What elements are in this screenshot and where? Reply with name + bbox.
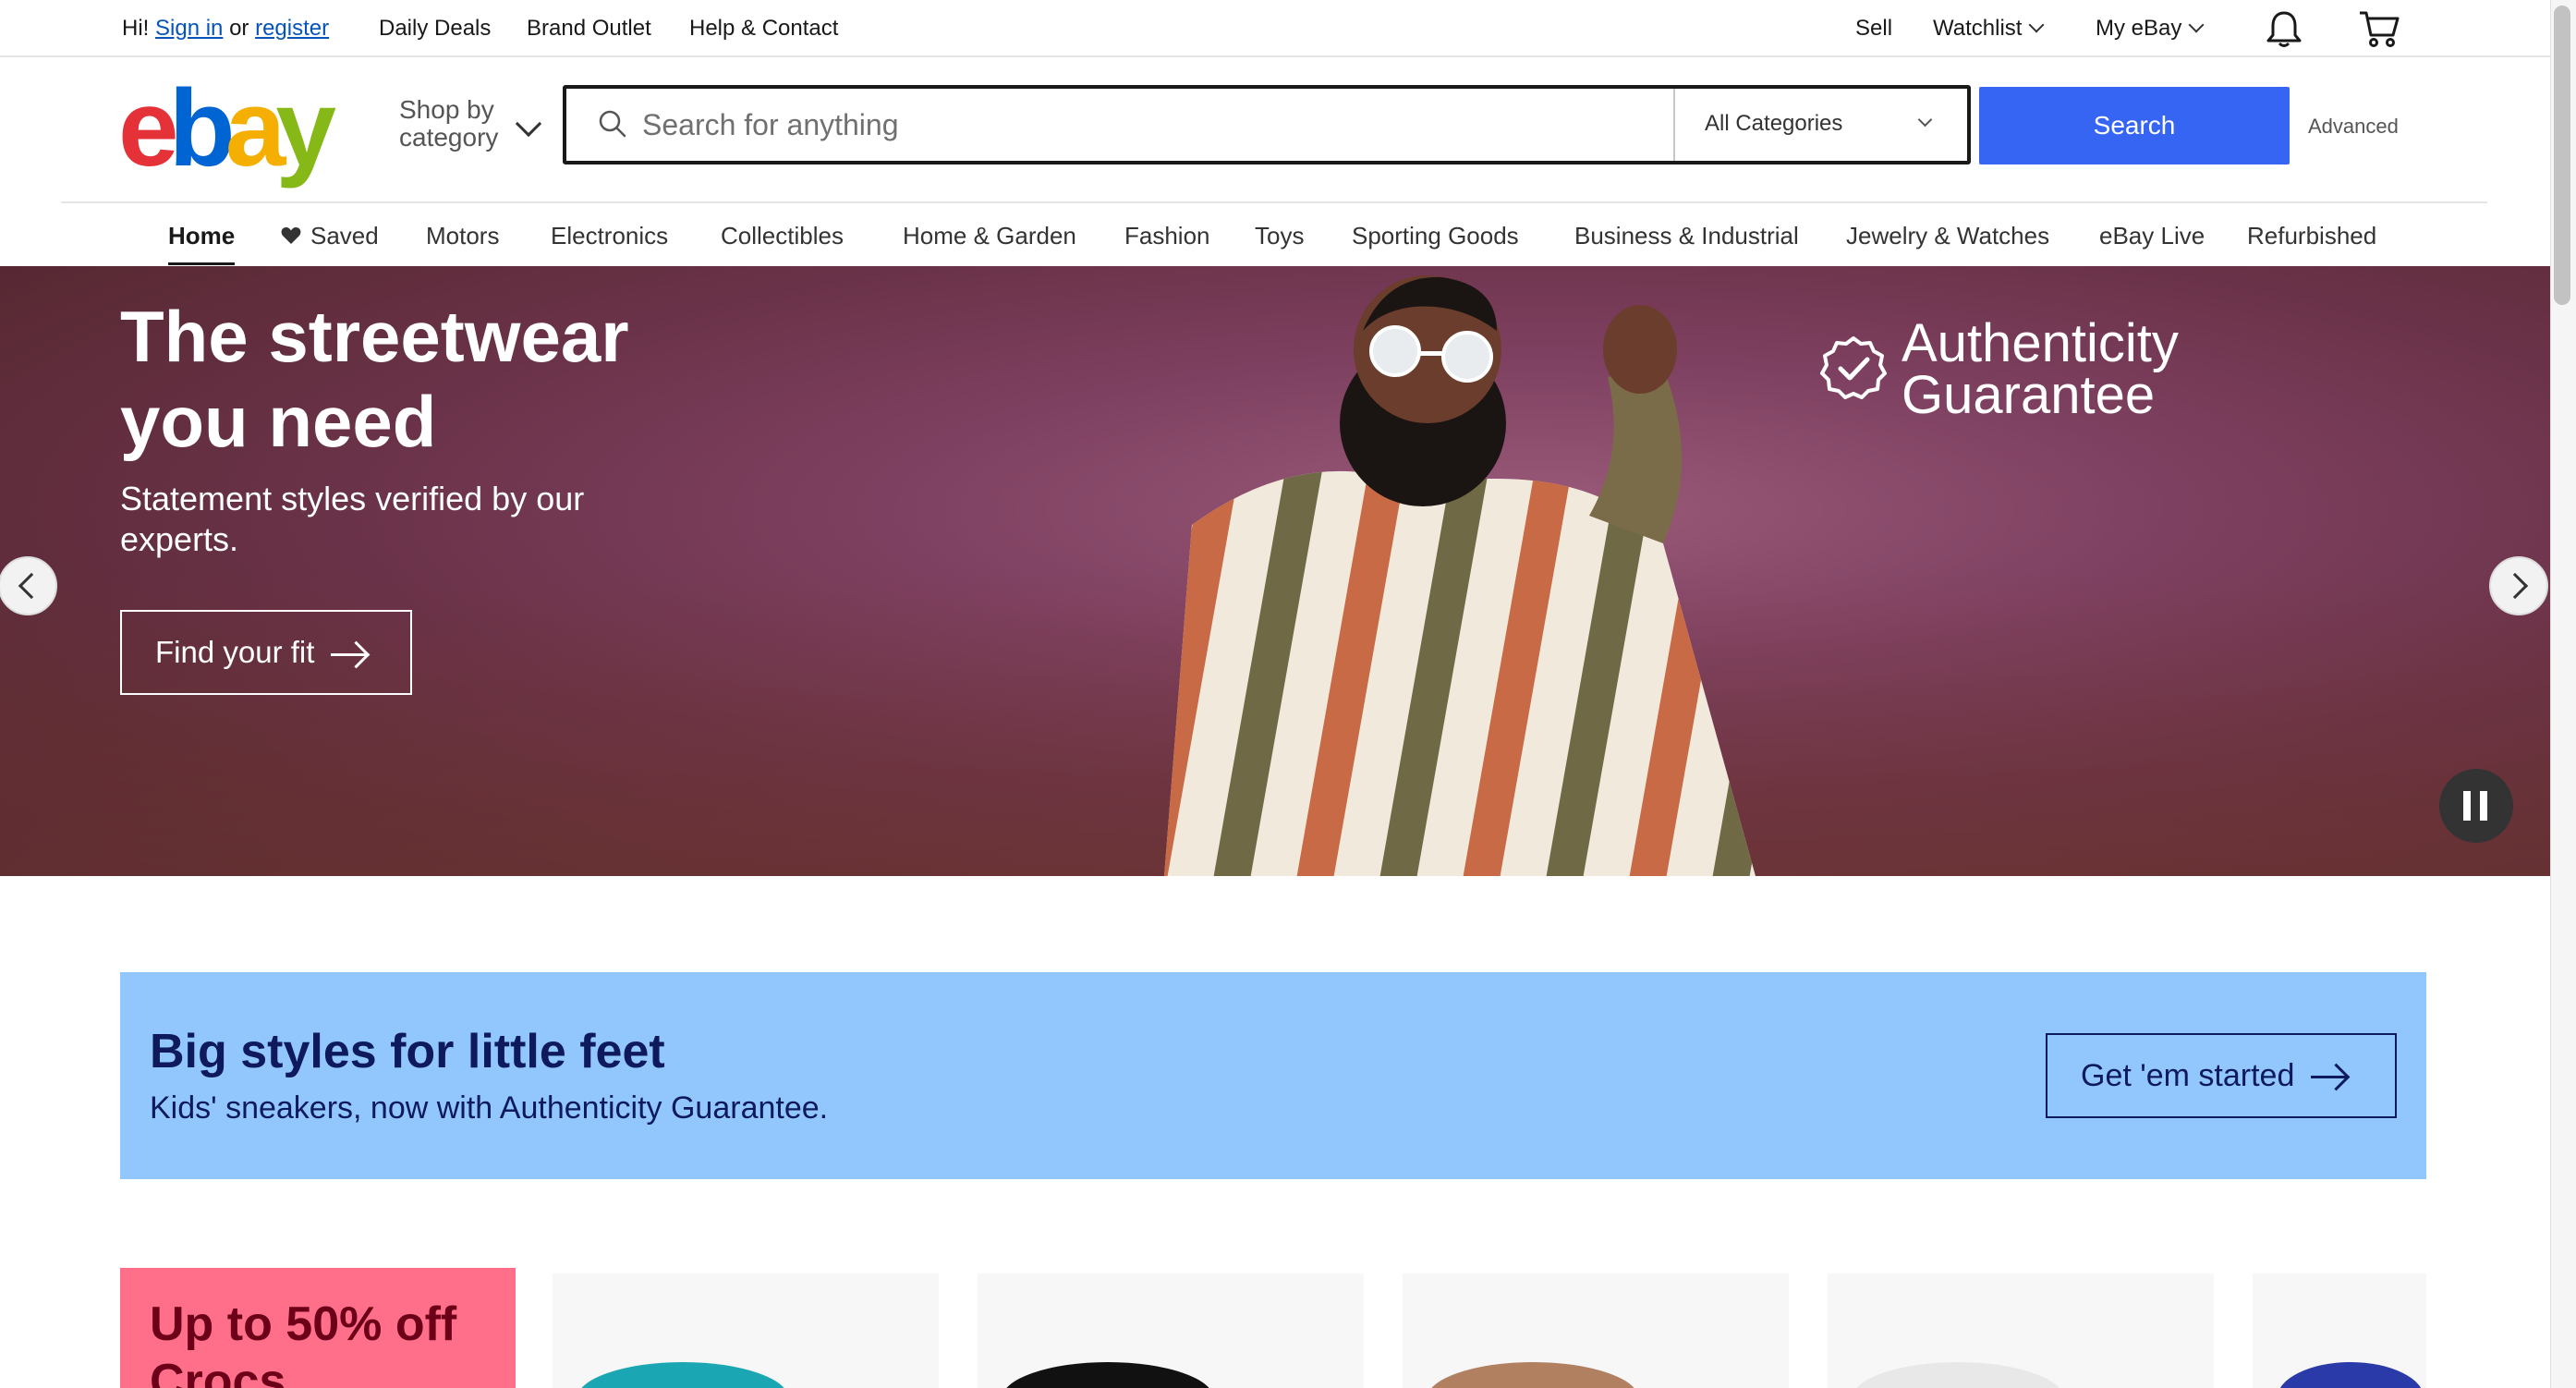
logo-letter-e: e bbox=[118, 67, 179, 189]
product-tile[interactable] bbox=[553, 1273, 939, 1388]
chevron-down-icon bbox=[2188, 17, 2205, 33]
nav-item-home[interactable]: Home bbox=[168, 222, 236, 265]
deal-title: Up to 50% off Crocs bbox=[150, 1297, 457, 1388]
shop-by-category-button[interactable]: Shop by category bbox=[399, 96, 498, 152]
sell-link[interactable]: Sell bbox=[1855, 15, 1892, 43]
product-image bbox=[2277, 1362, 2424, 1388]
nav-saved-label: Saved bbox=[310, 222, 379, 250]
account-greeting: Hi! Sign in or register bbox=[122, 15, 329, 43]
or-text: or bbox=[229, 16, 249, 41]
hero-title: The streetwear you need bbox=[120, 294, 748, 464]
product-image bbox=[1427, 1362, 1639, 1388]
my-ebay-menu[interactable]: My eBay bbox=[2096, 15, 2205, 43]
nav-item-home-garden[interactable]: Home & Garden bbox=[903, 222, 1076, 250]
logo-letter-y: y bbox=[275, 67, 336, 189]
badge-line2: Guarantee bbox=[1902, 365, 2156, 425]
search-bar: All Categories bbox=[563, 85, 1971, 164]
hero-cta-label: Find your fit bbox=[155, 635, 315, 669]
hero-carousel: The streetwear you need Statement styles… bbox=[0, 266, 2550, 876]
top-utility-bar: Hi! Sign in or register Daily Deals Bran… bbox=[0, 0, 2550, 57]
arrow-right-icon bbox=[331, 652, 367, 656]
chevron-down-icon bbox=[1917, 112, 1933, 128]
category-selected-label: All Categories bbox=[1705, 111, 1843, 136]
hero-title-line1: The streetwear bbox=[120, 296, 629, 377]
category-select[interactable]: All Categories bbox=[1673, 89, 1967, 161]
cart-icon[interactable] bbox=[2358, 9, 2400, 48]
logo-letter-b: b bbox=[168, 67, 236, 189]
register-link[interactable]: register bbox=[255, 16, 329, 41]
chevron-down-icon bbox=[2028, 17, 2045, 33]
nav-item-sporting-goods[interactable]: Sporting Goods bbox=[1352, 222, 1519, 250]
ebay-logo[interactable]: ebay bbox=[118, 74, 336, 183]
product-tile[interactable] bbox=[1403, 1273, 1789, 1388]
carousel-prev-button[interactable] bbox=[0, 556, 57, 615]
nav-item-refurbished[interactable]: Refurbished bbox=[2247, 222, 2376, 250]
watchlist-menu[interactable]: Watchlist bbox=[1933, 15, 2045, 43]
product-image bbox=[1852, 1362, 2064, 1388]
promo-title: Big styles for little feet bbox=[150, 1025, 665, 1078]
product-tile[interactable] bbox=[978, 1273, 1364, 1388]
search-input[interactable] bbox=[642, 102, 1659, 148]
search-button[interactable]: Search bbox=[1979, 87, 2290, 164]
product-image bbox=[1002, 1362, 1214, 1388]
daily-deals-link[interactable]: Daily Deals bbox=[379, 15, 491, 43]
heart-icon bbox=[281, 227, 301, 244]
nav-item-business-industrial[interactable]: Business & Industrial bbox=[1574, 222, 1799, 250]
chevron-left-icon bbox=[18, 572, 45, 600]
category-nav: Home Saved Motors Electronics Collectibl… bbox=[61, 201, 2487, 266]
chevron-down-icon[interactable] bbox=[515, 110, 542, 138]
hero-subtitle: Statement styles verified by our experts… bbox=[120, 480, 585, 558]
my-ebay-label: My eBay bbox=[2096, 16, 2182, 41]
search-icon bbox=[599, 110, 626, 138]
nav-item-saved[interactable]: Saved bbox=[281, 222, 379, 250]
carousel-next-button[interactable] bbox=[2489, 556, 2548, 615]
badge-line1: Authenticity bbox=[1902, 313, 2179, 373]
nav-item-ebay-live[interactable]: eBay Live bbox=[2099, 222, 2205, 250]
find-your-fit-button[interactable]: Find your fit bbox=[120, 610, 412, 695]
advanced-search-link[interactable]: Advanced bbox=[2308, 115, 2399, 139]
logo-letter-a: a bbox=[225, 67, 286, 189]
nav-item-electronics[interactable]: Electronics bbox=[551, 222, 668, 250]
carousel-pause-button[interactable] bbox=[2439, 769, 2513, 843]
nav-item-motors[interactable]: Motors bbox=[426, 222, 499, 250]
nav-item-fashion[interactable]: Fashion bbox=[1124, 222, 1210, 250]
shop-by-line1: Shop by bbox=[399, 95, 494, 124]
help-contact-link[interactable]: Help & Contact bbox=[689, 15, 838, 43]
verified-check-icon bbox=[1820, 336, 1887, 399]
nav-item-toys[interactable]: Toys bbox=[1255, 222, 1304, 250]
watchlist-label: Watchlist bbox=[1933, 16, 2023, 41]
brand-outlet-link[interactable]: Brand Outlet bbox=[527, 15, 651, 43]
chevron-right-icon bbox=[2501, 572, 2529, 600]
scrollbar-thumb[interactable] bbox=[2554, 6, 2570, 305]
crocs-deal-card[interactable]: Up to 50% off Crocs bbox=[120, 1268, 516, 1388]
get-em-started-button[interactable]: Get 'em started bbox=[2046, 1033, 2397, 1118]
product-tile[interactable] bbox=[2253, 1273, 2426, 1388]
sign-in-link[interactable]: Sign in bbox=[155, 16, 223, 41]
greeting-text: Hi! bbox=[122, 16, 150, 41]
hero-title-line2: you need bbox=[120, 381, 437, 462]
product-tile[interactable] bbox=[1828, 1273, 2214, 1388]
product-image bbox=[577, 1362, 789, 1388]
nav-item-jewelry-watches[interactable]: Jewelry & Watches bbox=[1846, 222, 2049, 250]
promo-cta-label: Get 'em started bbox=[2081, 1057, 2295, 1093]
nav-item-collectibles[interactable]: Collectibles bbox=[721, 222, 844, 250]
arrow-right-icon bbox=[2311, 1076, 2347, 1079]
shop-by-line2: category bbox=[399, 123, 499, 152]
bell-icon[interactable] bbox=[2266, 9, 2303, 48]
promo-subtitle: Kids' sneakers, now with Authenticity Gu… bbox=[150, 1090, 829, 1126]
promo-banner: Big styles for little feet Kids' sneaker… bbox=[120, 972, 2426, 1179]
hero-model-image bbox=[1164, 275, 1756, 876]
